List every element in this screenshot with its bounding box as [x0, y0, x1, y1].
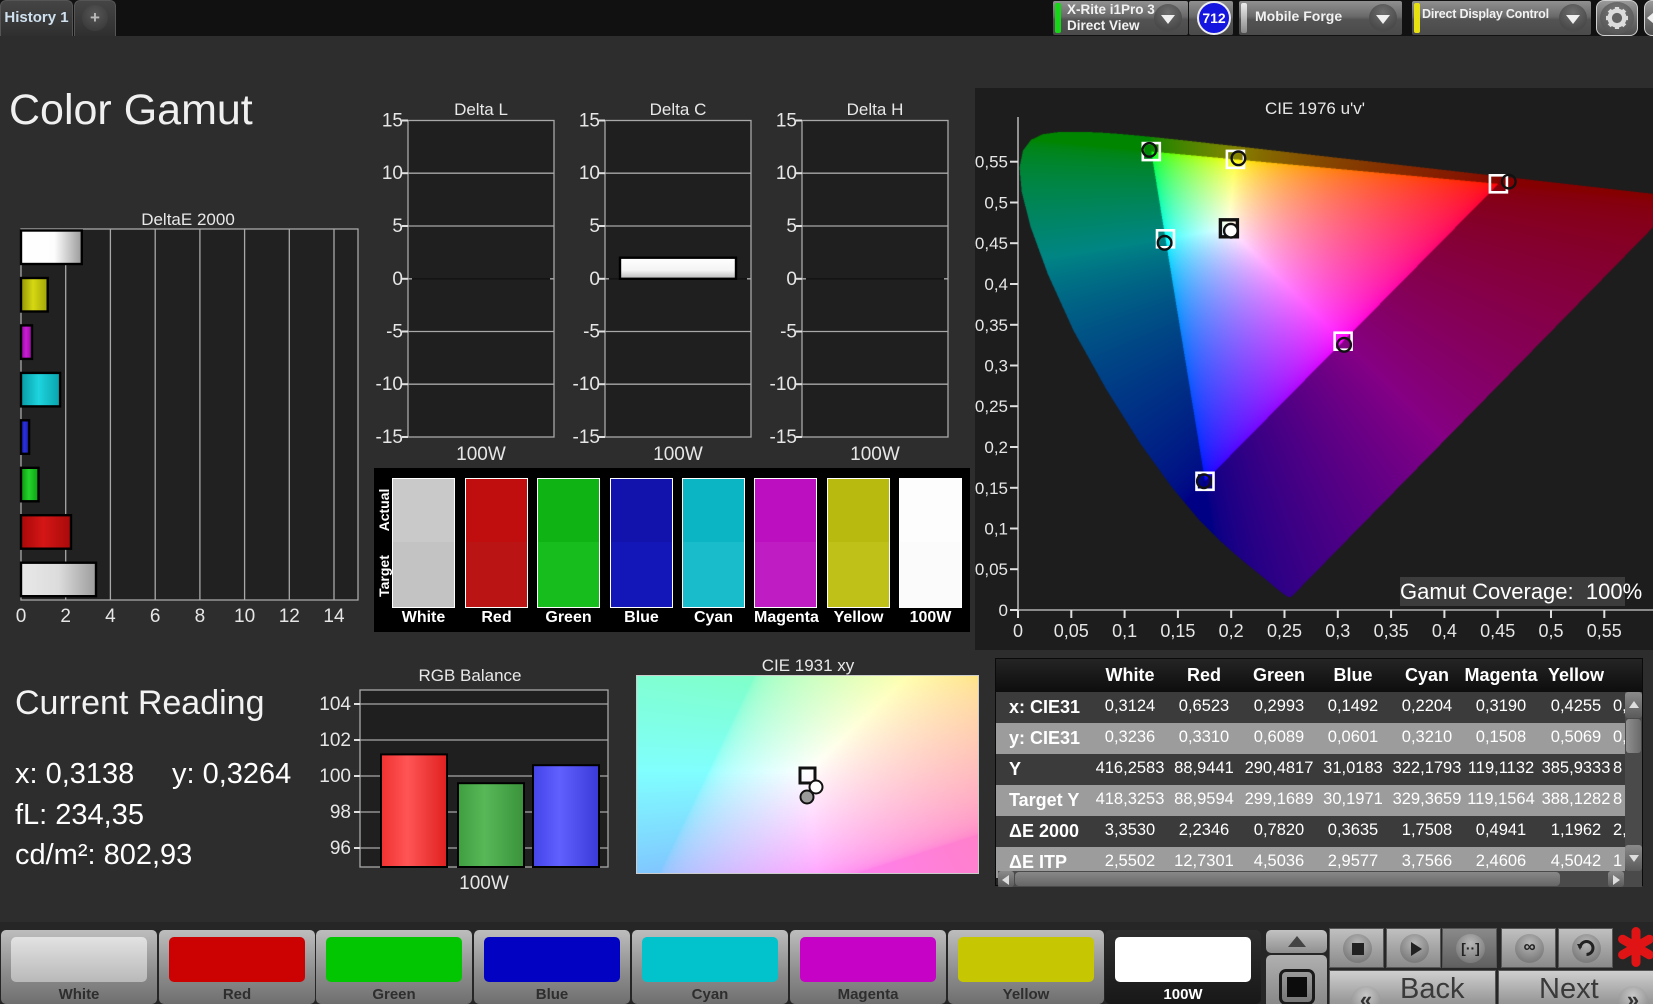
svg-text:0,5: 0,5: [1538, 621, 1563, 641]
svg-text:-10: -10: [573, 374, 600, 395]
svg-text:0,35: 0,35: [1374, 621, 1409, 641]
svg-text:0,05: 0,05: [1054, 621, 1089, 641]
svg-text:-10: -10: [376, 374, 403, 395]
svg-text:100: 100: [319, 766, 351, 787]
svg-text:10: 10: [382, 163, 403, 184]
svg-text:12: 12: [279, 606, 300, 627]
svg-text:0,5: 0,5: [984, 194, 1008, 213]
svg-text:0,3: 0,3: [1325, 621, 1350, 641]
svg-text:15: 15: [382, 111, 403, 132]
svg-text:0,2: 0,2: [1219, 621, 1244, 641]
svg-text:-5: -5: [583, 322, 600, 343]
svg-text:-15: -15: [573, 427, 600, 448]
svg-text:0: 0: [1013, 621, 1023, 641]
svg-text:100W: 100W: [653, 444, 703, 465]
svg-text:-15: -15: [376, 427, 403, 448]
svg-text:0,15: 0,15: [1160, 621, 1195, 641]
svg-text:0: 0: [16, 606, 27, 627]
svg-text:102: 102: [319, 730, 351, 751]
svg-text:0,05: 0,05: [975, 560, 1008, 579]
svg-text:-5: -5: [386, 322, 403, 343]
svg-text:0: 0: [786, 269, 797, 290]
svg-text:15: 15: [776, 111, 797, 132]
svg-text:10: 10: [234, 606, 255, 627]
svg-text:10: 10: [579, 163, 600, 184]
svg-text:5: 5: [786, 216, 797, 237]
svg-text:-10: -10: [770, 374, 797, 395]
svg-text:0,25: 0,25: [975, 397, 1008, 416]
svg-text:100W: 100W: [459, 873, 509, 894]
svg-text:0,1: 0,1: [1112, 621, 1137, 641]
svg-text:0,25: 0,25: [1267, 621, 1302, 641]
svg-text:104: 104: [319, 694, 351, 715]
svg-text:0: 0: [999, 601, 1008, 620]
svg-text:100W: 100W: [850, 444, 900, 465]
svg-text:0,15: 0,15: [975, 479, 1008, 498]
svg-text:14: 14: [323, 606, 345, 627]
svg-text:10: 10: [776, 163, 797, 184]
svg-text:4: 4: [105, 606, 116, 627]
svg-text:0,55: 0,55: [975, 153, 1008, 172]
svg-text:96: 96: [330, 838, 351, 859]
svg-text:0,45: 0,45: [975, 234, 1008, 253]
svg-text:0,4: 0,4: [984, 275, 1008, 294]
svg-text:0: 0: [589, 269, 600, 290]
svg-text:0,1: 0,1: [984, 520, 1008, 539]
svg-text:0,45: 0,45: [1480, 621, 1515, 641]
svg-text:100W: 100W: [456, 444, 506, 465]
svg-text:0,55: 0,55: [1587, 621, 1622, 641]
svg-text:2: 2: [60, 606, 71, 627]
svg-text:98: 98: [330, 802, 351, 823]
svg-text:6: 6: [150, 606, 161, 627]
svg-text:0: 0: [392, 269, 403, 290]
svg-text:-5: -5: [780, 322, 797, 343]
svg-text:5: 5: [392, 216, 403, 237]
svg-text:0,4: 0,4: [1432, 621, 1457, 641]
svg-text:-15: -15: [770, 427, 797, 448]
svg-text:0,2: 0,2: [984, 438, 1008, 457]
svg-text:15: 15: [579, 111, 600, 132]
svg-text:5: 5: [589, 216, 600, 237]
svg-text:0,3: 0,3: [984, 357, 1008, 376]
svg-text:8: 8: [195, 606, 206, 627]
svg-text:0,35: 0,35: [975, 316, 1008, 335]
